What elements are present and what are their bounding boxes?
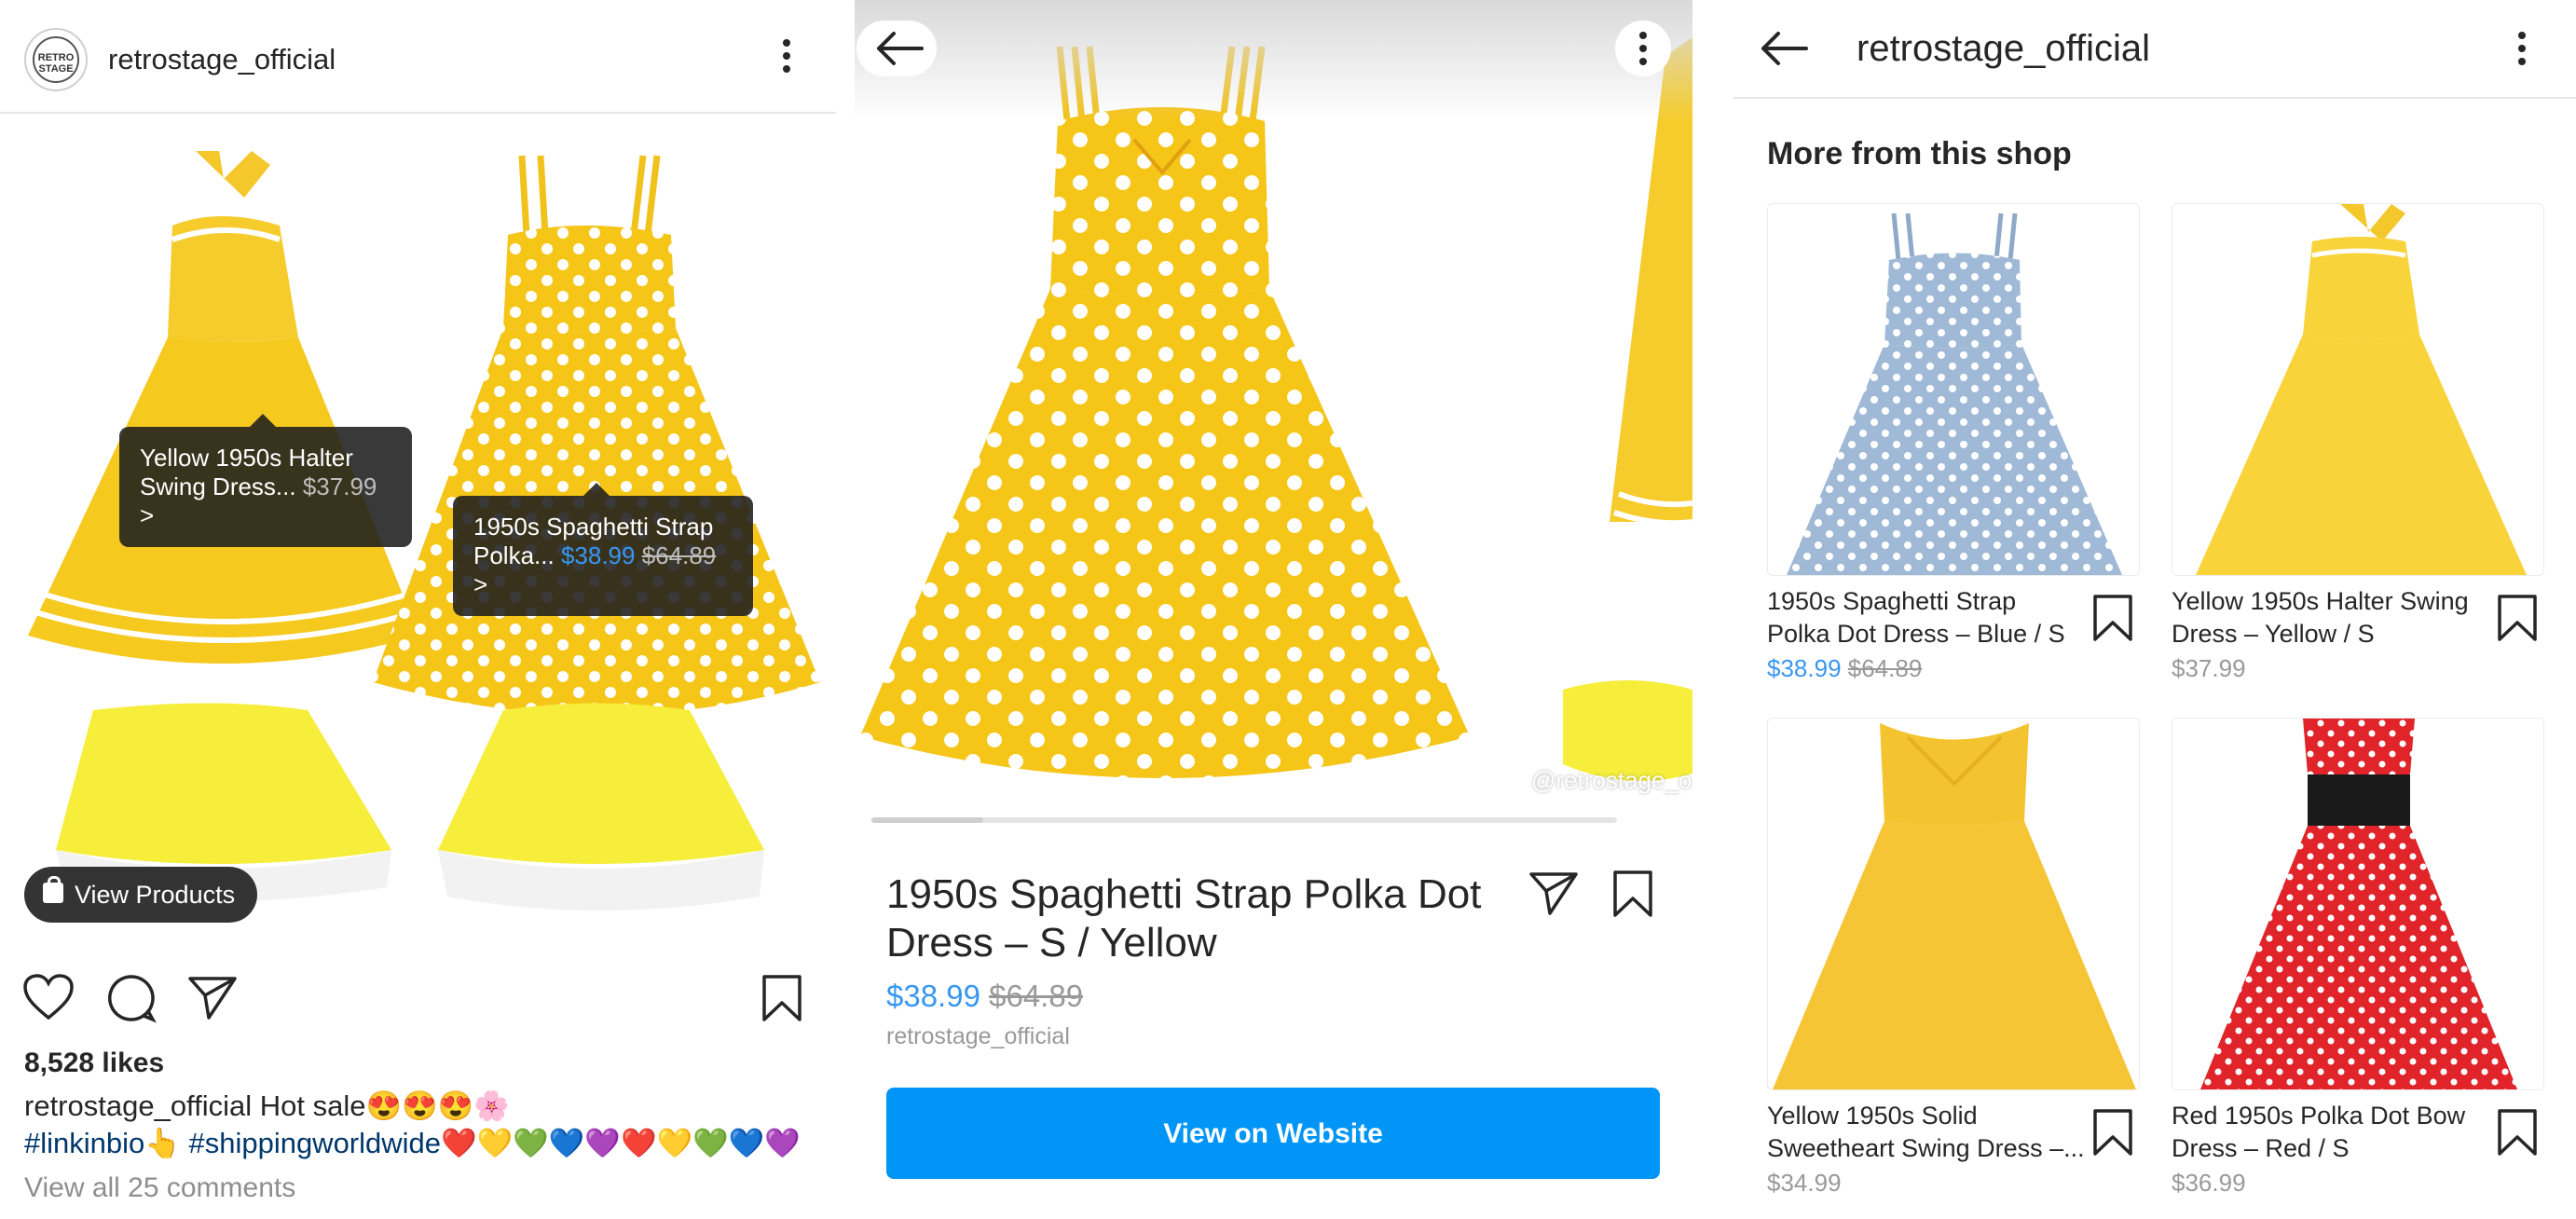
product-card-name[interactable]: 1950s Spaghetti Strap Polka Dot Dress – B… — [1767, 585, 2103, 651]
shop-title: retrostage_official — [1857, 28, 2150, 69]
caption-hashtags[interactable]: #linkinbio👆 #shippingworldwide❤️💛💚💙💜❤️💛💚… — [24, 1126, 826, 1160]
product-tag-halter[interactable]: Yellow 1950s Halter Swing Dress... $37.9… — [119, 414, 412, 547]
product-image-carousel[interactable] — [855, 0, 1692, 820]
product-card-price: $34.99 — [1767, 1169, 1842, 1197]
caption-text: Hot sale😍😍😍🌸 — [259, 1089, 510, 1122]
shop-header: retrostage_official — [1733, 0, 2576, 99]
progress-fill — [871, 817, 983, 823]
product-card-name[interactable]: Yellow 1950s Halter Swing Dress – Yellow … — [2172, 585, 2507, 651]
product-card-price: $38.99 $64.89 — [1767, 654, 1923, 682]
bookmark-icon[interactable] — [2091, 1107, 2134, 1157]
product-price: $38.99 $64.89 — [886, 979, 1083, 1014]
product-image — [860, 37, 1692, 781]
view-on-website-button[interactable]: View on Website — [886, 1088, 1660, 1179]
product-title: 1950s Spaghetti Strap Polka Dot Dress – … — [886, 871, 1482, 966]
view-comments-link[interactable]: View all 25 comments — [24, 1172, 295, 1204]
shop-name-link[interactable]: retrostage_official — [886, 1023, 1070, 1050]
product-panel: @retrostage_o 1950s Spaghetti Strap Polk… — [855, 0, 1692, 1219]
caption-username[interactable]: retrostage_official — [24, 1089, 252, 1122]
share-icon[interactable] — [186, 975, 239, 1021]
tag-sale-price: $38.99 — [560, 541, 636, 569]
back-arrow-icon — [877, 32, 924, 65]
product-card-name[interactable]: Yellow 1950s Solid Sweetheart Swing Dress… — [1767, 1100, 2103, 1165]
original-price: $64.89 — [989, 979, 1084, 1013]
tag-name-line2: Polka... — [473, 541, 555, 569]
back-arrow-icon[interactable] — [1758, 30, 1810, 67]
tag-name-line1: Yellow 1950s Halter — [140, 444, 353, 472]
shopping-bag-icon — [43, 876, 63, 903]
halter-bow — [196, 151, 270, 198]
bookmark-icon[interactable] — [760, 973, 803, 1023]
more-button[interactable] — [1615, 21, 1671, 76]
sale-price: $38.99 — [886, 979, 980, 1013]
view-products-label: View Products — [75, 881, 236, 909]
view-products-button[interactable]: View Products — [24, 867, 258, 923]
post-header: RETRO STAGE retrostage_official — [0, 0, 836, 114]
product-card-price: $37.99 — [2172, 654, 2246, 682]
back-button[interactable] — [856, 21, 937, 76]
image-progress-bar — [871, 817, 1617, 823]
tag-name-line1: 1950s Spaghetti Strap — [473, 513, 714, 541]
product-card-image[interactable] — [2172, 203, 2544, 576]
post-photo[interactable]: Yellow 1950s Halter Swing Dress... $37.9… — [0, 114, 836, 925]
chevron-right-icon: > — [140, 501, 155, 529]
bookmark-icon[interactable] — [2091, 593, 2134, 643]
product-card-image[interactable] — [1767, 718, 2140, 1090]
shop-panel: retrostage_official More from this shop … — [1733, 0, 2576, 1219]
comment-icon[interactable] — [106, 973, 157, 1023]
image-watermark: @retrostage_o — [1531, 766, 1692, 794]
more-icon[interactable] — [2518, 32, 2528, 71]
avatar-logo-text: RETRO STAGE — [37, 52, 75, 75]
more-icon[interactable] — [783, 39, 792, 78]
tag-original-price: $64.89 — [641, 541, 717, 569]
bookmark-icon[interactable] — [2496, 593, 2539, 643]
product-card-image[interactable] — [2172, 718, 2544, 1090]
post-panel: RETRO STAGE retrostage_official Yellow 1… — [0, 0, 836, 1219]
avatar[interactable]: RETRO STAGE — [24, 28, 88, 91]
heart-icon[interactable] — [22, 973, 75, 1021]
caption: retrostage_official Hot sale😍😍😍🌸 — [24, 1089, 826, 1123]
likes-count[interactable]: 8,528 likes — [24, 1048, 164, 1079]
tag-name-line2: Swing Dress... — [140, 473, 296, 500]
product-card-price: $36.99 — [2172, 1169, 2246, 1197]
share-icon[interactable] — [1528, 870, 1580, 917]
section-heading: More from this shop — [1767, 136, 2072, 171]
bookmark-icon[interactable] — [1611, 869, 1654, 919]
more-icon — [1639, 32, 1649, 71]
bookmark-icon[interactable] — [2496, 1107, 2539, 1157]
product-tag-polka[interactable]: 1950s Spaghetti Strap Polka... $38.99 $6… — [453, 483, 753, 616]
product-card-name[interactable]: Red 1950s Polka Dot Bow Dress – Red / S — [2172, 1100, 2507, 1165]
post-username[interactable]: retrostage_official — [108, 43, 336, 76]
chevron-right-icon: > — [473, 570, 488, 598]
tag-price: $37.99 — [302, 473, 377, 500]
product-card-image[interactable] — [1767, 203, 2140, 576]
